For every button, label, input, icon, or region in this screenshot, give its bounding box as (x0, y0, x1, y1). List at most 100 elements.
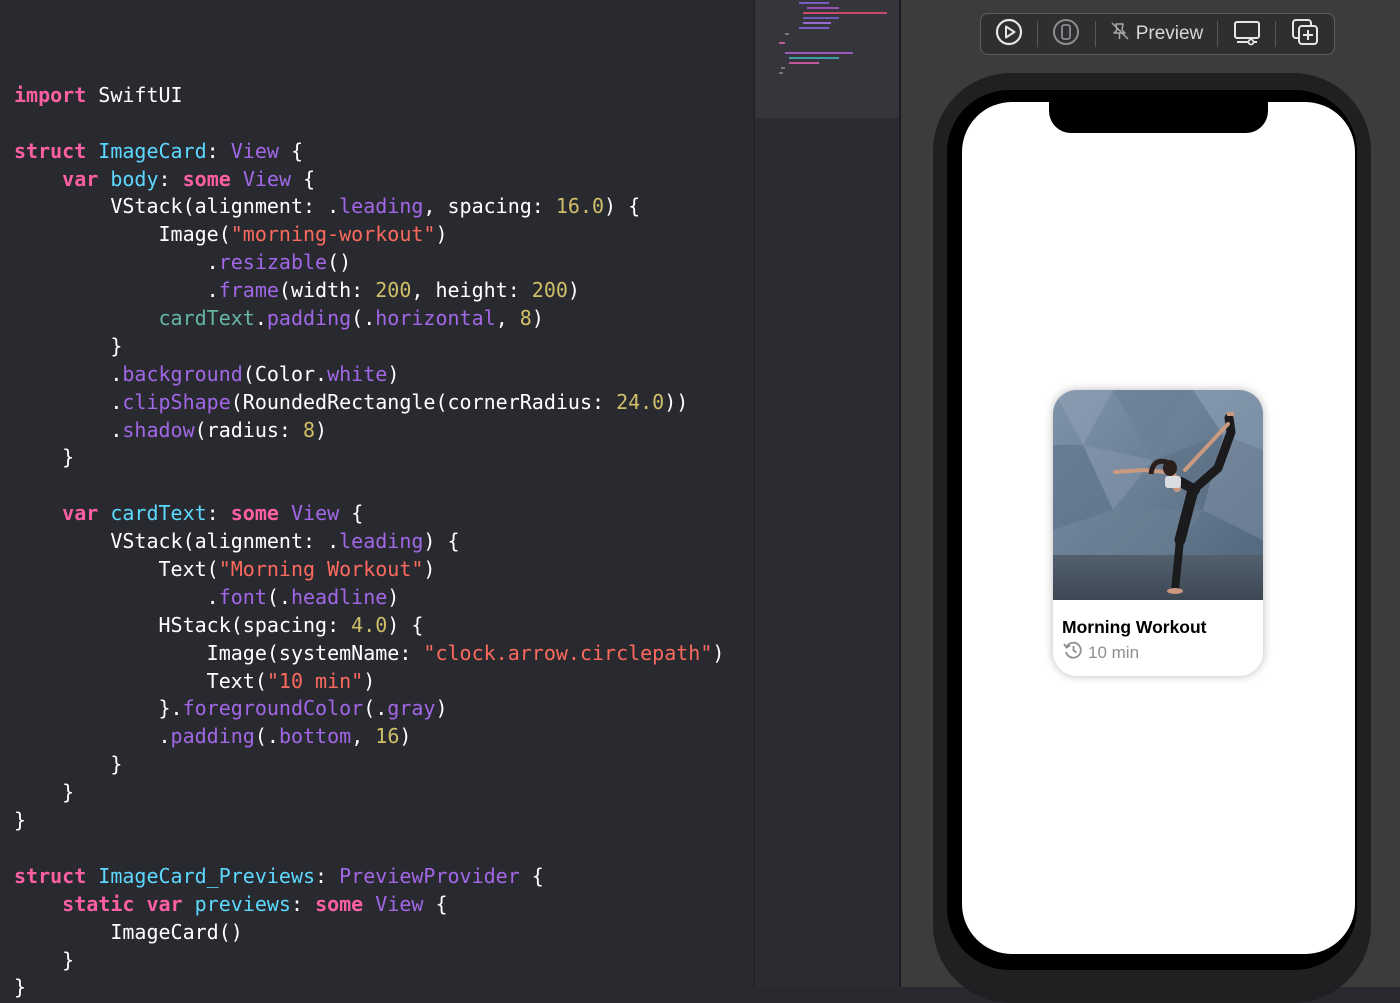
minimap-line (803, 22, 831, 24)
code-line[interactable] (14, 835, 724, 863)
code-line[interactable]: import SwiftUI (14, 82, 724, 110)
code-line[interactable]: VStack(alignment: .leading) { (14, 528, 724, 556)
code-token: ) (435, 222, 448, 247)
duplicate-preview-button[interactable] (1276, 13, 1334, 55)
code-token: leading (339, 194, 424, 219)
code-token: , (495, 306, 520, 331)
code-line[interactable]: } (14, 751, 724, 779)
code-token: ) (423, 557, 436, 582)
code-token: View (375, 891, 424, 916)
code-line[interactable]: } (14, 779, 724, 807)
live-preview-button[interactable] (981, 13, 1037, 55)
code-token: 8 (519, 306, 532, 331)
code-line[interactable]: static var previews: some View { (14, 891, 724, 919)
device-screen[interactable]: Morning Workout 10 min (962, 102, 1355, 954)
code-line[interactable]: } (14, 807, 724, 835)
code-token: ) (387, 584, 400, 609)
code-line[interactable]: VStack(alignment: .leading, spacing: 16.… (14, 193, 724, 221)
code-line[interactable]: .frame(width: 200, height: 200) (14, 277, 724, 305)
code-line[interactable]: } (14, 444, 724, 472)
code-line[interactable]: } (14, 947, 724, 975)
code-token: previews (194, 891, 291, 916)
minimap[interactable] (754, 0, 901, 987)
code-token: { (339, 501, 364, 526)
iphone-icon (1052, 18, 1080, 50)
minimap-line (803, 17, 839, 19)
code-token: : (158, 166, 183, 191)
code-token: ) { (604, 194, 641, 219)
preview-canvas: Preview Morning Workout 10 min (901, 0, 1400, 1003)
code-line[interactable]: .clipShape(RoundedRectangle(cornerRadius… (14, 389, 724, 417)
code-token: ) { (423, 529, 460, 554)
image-card[interactable]: Morning Workout 10 min (1053, 390, 1263, 676)
code-line[interactable]: var body: some View { (14, 166, 724, 194)
code-line[interactable]: .shadow(radius: 8) (14, 417, 724, 445)
code-line[interactable]: struct ImageCard_Previews: PreviewProvid… (14, 863, 724, 891)
code-editor[interactable]: import SwiftUI struct ImageCard: View { v… (0, 0, 754, 999)
code-line[interactable]: }.foregroundColor(.gray) (14, 695, 724, 723)
code-line[interactable]: struct ImageCard: View { (14, 138, 724, 166)
code-token: ) (712, 640, 725, 665)
code-token: horizontal (375, 306, 496, 331)
code-token: "10 min" (266, 668, 364, 693)
card-duration: 10 min (1062, 639, 1139, 666)
code-token: (. (363, 696, 388, 721)
code-token: () (327, 250, 352, 275)
code-line[interactable]: cardText.padding(.horizontal, 8) (14, 305, 724, 333)
code-line[interactable]: Image("morning-workout") (14, 221, 724, 249)
code-token: 200 (375, 278, 412, 303)
code-token: padding (266, 306, 352, 331)
pin-preview-button[interactable]: Preview (1096, 13, 1217, 55)
code-line[interactable]: .padding(.bottom, 16) (14, 723, 724, 751)
code-token: struct (14, 138, 87, 163)
code-token: . (14, 417, 123, 442)
code-token: white (327, 361, 388, 386)
code-line[interactable] (14, 54, 724, 82)
code-token: gray (387, 696, 436, 721)
code-line[interactable]: Text("10 min") (14, 668, 724, 696)
code-line[interactable]: ImageCard() (14, 919, 724, 947)
code-token: . (254, 306, 267, 331)
code-line[interactable]: .resizable() (14, 249, 724, 277)
pin-slash-icon (1110, 21, 1130, 47)
code-line[interactable]: var cardText: some View { (14, 500, 724, 528)
code-line[interactable]: .background(Color.white) (14, 361, 724, 389)
code-token: bottom (278, 724, 352, 749)
code-token: headline (290, 584, 388, 609)
code-token: 8 (303, 417, 316, 442)
code-line[interactable]: .font(.headline) (14, 584, 724, 612)
code-line[interactable]: Text("Morning Workout") (14, 556, 724, 584)
code-token: , spacing: (423, 194, 556, 219)
code-token: : (315, 863, 340, 888)
minimap-line (779, 42, 785, 44)
device-settings-button[interactable] (1218, 13, 1276, 55)
code-token: VStack(alignment: . (14, 529, 340, 554)
code-line[interactable]: } (14, 974, 724, 1002)
code-token: ) { (387, 612, 424, 637)
code-token: background (122, 361, 243, 386)
play-circle-icon (995, 18, 1023, 50)
code-line[interactable] (14, 110, 724, 138)
code-token: "Morning Workout" (218, 557, 424, 582)
code-line[interactable]: HStack(spacing: 4.0) { (14, 612, 724, 640)
code-token: : (290, 891, 316, 916)
code-token: . (14, 278, 219, 303)
code-token: { (291, 166, 316, 191)
code-line[interactable]: } (14, 333, 724, 361)
code-token: ) (435, 696, 448, 721)
code-token: font (218, 584, 267, 609)
plus-square-on-square-icon (1290, 17, 1320, 51)
code-token: ) (315, 417, 328, 442)
code-token: shadow (122, 417, 195, 442)
minimap-line (779, 72, 783, 74)
device-button[interactable] (1038, 13, 1096, 55)
source-code[interactable]: import SwiftUI struct ImageCard: View { v… (14, 54, 724, 1002)
code-line[interactable] (14, 472, 724, 500)
code-line[interactable]: Image(systemName: "clock.arrow.circlepat… (14, 640, 725, 668)
